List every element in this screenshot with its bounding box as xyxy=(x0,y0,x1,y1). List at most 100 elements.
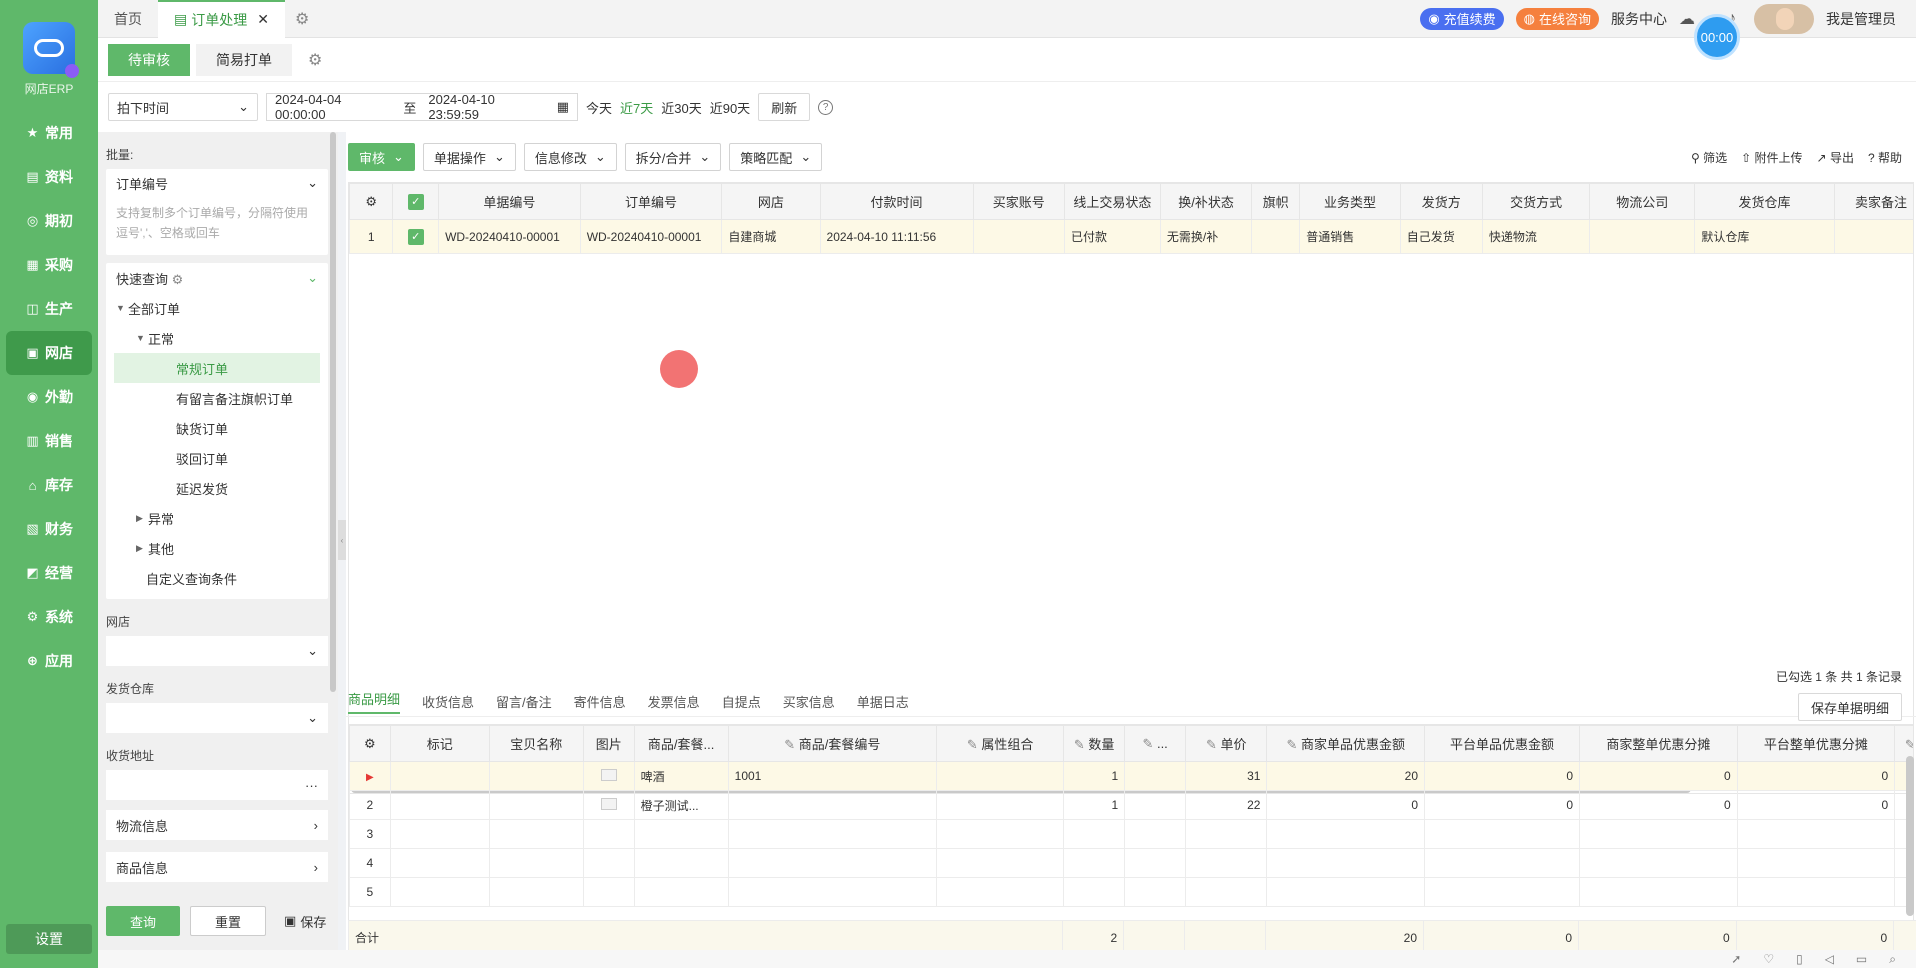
tab-order-processing[interactable]: ▤ 订单处理 ✕ xyxy=(158,0,285,38)
detail-tab-6[interactable]: 买家信息 xyxy=(783,692,835,711)
tree-abnormal[interactable]: ▶ 异常 xyxy=(106,503,328,533)
table-row[interactable]: 3 xyxy=(349,819,1913,849)
column-header[interactable]: ✎ ... xyxy=(1124,725,1187,762)
more-icon[interactable]: ··· xyxy=(305,778,318,793)
detail-tab-2[interactable]: 留言/备注 xyxy=(496,692,552,711)
batch-field-select[interactable]: 订单编号 ⌄ xyxy=(106,169,328,197)
cloud-download-icon[interactable]: ☁ xyxy=(1679,9,1695,29)
user-name[interactable]: 我是管理员 xyxy=(1826,9,1896,29)
column-header[interactable]: ✎ 数量 xyxy=(1063,725,1126,762)
column-header[interactable]: 平台单品优惠金额 xyxy=(1424,725,1581,762)
nav-item-1[interactable]: ▤ 资料 xyxy=(0,155,98,199)
column-header[interactable]: 宝贝名称 xyxy=(488,725,584,762)
vertical-scrollbar[interactable] xyxy=(1906,756,1914,916)
row-checkbox[interactable]: ✓ xyxy=(392,219,440,254)
tab-home[interactable]: 首页 xyxy=(98,0,158,38)
tree-shortage-orders[interactable]: 缺货订单 xyxy=(106,413,328,443)
detail-tab-1[interactable]: 收货信息 xyxy=(422,692,474,711)
column-header[interactable]: 商家整单优惠分摊 xyxy=(1579,725,1738,762)
query-button[interactable]: 查询 xyxy=(106,906,181,936)
close-icon[interactable]: ✕ xyxy=(257,11,269,28)
goods-section[interactable]: 商品信息 › xyxy=(106,852,328,882)
table-row[interactable]: 5 xyxy=(349,877,1913,907)
search-icon[interactable]: ⌕ xyxy=(1889,952,1896,967)
column-header[interactable]: 订单编号 xyxy=(579,183,723,220)
column-header[interactable]: ✎ 属性组合 xyxy=(936,725,1065,762)
nav-item-0[interactable]: ★ 常用 xyxy=(0,111,98,155)
column-header[interactable]: 付款时间 xyxy=(819,183,974,220)
strategy-dropdown[interactable]: 策略匹配 ⌄ xyxy=(729,143,823,171)
quick-90days[interactable]: 近90天 xyxy=(710,98,750,117)
column-settings-icon[interactable]: ⚙ xyxy=(349,183,394,220)
tree-all-orders[interactable]: ▼ 全部订单 xyxy=(106,293,328,323)
column-header[interactable]: 发货仓库 xyxy=(1694,183,1835,220)
column-header[interactable]: ✎ 商品/套餐编号 xyxy=(727,725,938,762)
gear-icon[interactable]: ⚙ xyxy=(298,50,332,70)
timer-badge[interactable]: 00:00 xyxy=(1694,14,1740,60)
tree-other[interactable]: ▶ 其他 xyxy=(106,533,328,563)
table-row[interactable]: 2 橙子测试... 1 22 0 0 0 0 xyxy=(349,790,1913,820)
warehouse-select[interactable]: ⌄ xyxy=(106,703,328,733)
table-row[interactable]: 1 ✓ WD-20240410-00001 WD-20240410-00001 自建商城… xyxy=(349,219,1913,254)
quick-30days[interactable]: 近30天 xyxy=(661,98,701,117)
settings-button[interactable]: 设置 xyxy=(6,924,92,954)
tree-remark-orders[interactable]: 有留言备注旗帜订单 xyxy=(106,383,328,413)
detail-tab-7[interactable]: 单据日志 xyxy=(857,692,909,711)
audit-button[interactable]: 审核 ⌄ xyxy=(348,143,415,171)
column-header[interactable]: 物流公司 xyxy=(1589,183,1696,220)
column-header[interactable]: 换/补状态 xyxy=(1159,183,1253,220)
shop-select[interactable]: ⌄ xyxy=(106,636,328,666)
address-input[interactable]: ··· xyxy=(106,770,328,800)
nav-item-3[interactable]: ▦ 采购 xyxy=(0,243,98,287)
nav-item-2[interactable]: ◎ 期初 xyxy=(0,199,98,243)
nav-item-7[interactable]: ▥ 销售 xyxy=(0,419,98,463)
date-range-picker[interactable]: 2024-04-04 00:00:00 至 2024-04-10 23:59:5… xyxy=(266,92,578,122)
tree-delayed-orders[interactable]: 延迟发货 xyxy=(106,473,328,503)
collapse-panel-handle[interactable]: ‹ xyxy=(338,520,346,560)
gear-icon[interactable]: ⚙ xyxy=(172,272,184,287)
column-header[interactable]: 卖家备注 xyxy=(1833,183,1913,220)
column-header[interactable]: 平台整单优惠分摊 xyxy=(1736,725,1896,762)
tree-regular-orders[interactable]: 常规订单 xyxy=(114,353,320,383)
nav-item-9[interactable]: ▧ 财务 xyxy=(0,507,98,551)
quick-7days[interactable]: 近7天 xyxy=(620,98,653,117)
nav-item-6[interactable]: ◉ 外勤 xyxy=(0,375,98,419)
save-query-button[interactable]: ▣ 保存 xyxy=(284,912,326,931)
column-header[interactable]: 图片 xyxy=(582,725,635,762)
column-header[interactable]: 线上交易状态 xyxy=(1063,183,1161,220)
sound-icon[interactable]: ◁ xyxy=(1825,952,1834,966)
select-all-checkbox[interactable]: ✓ xyxy=(392,183,440,220)
window-icon[interactable]: ▭ xyxy=(1856,952,1867,966)
table-row[interactable]: ▶ 啤酒 1001 1 31 20 0 0 0 xyxy=(349,761,1913,791)
gear-icon[interactable]: ⚙ xyxy=(285,9,319,29)
save-detail-button[interactable]: 保存单据明细 xyxy=(1797,693,1902,721)
info-modify-dropdown[interactable]: 信息修改 ⌄ xyxy=(523,143,617,171)
nav-item-4[interactable]: ◫ 生产 xyxy=(0,287,98,331)
column-header[interactable]: 发货方 xyxy=(1399,183,1483,220)
column-header[interactable]: 网店 xyxy=(721,183,821,220)
nav-item-10[interactable]: ◩ 经营 xyxy=(0,551,98,595)
avatar[interactable] xyxy=(1754,3,1814,34)
column-header[interactable]: 买家账号 xyxy=(972,183,1065,220)
consult-button[interactable]: ◍ 在线咨询 xyxy=(1515,7,1600,30)
nav-item-12[interactable]: ⊕ 应用 xyxy=(0,639,98,683)
rocket-icon[interactable]: ➚ xyxy=(1731,952,1741,966)
tab-simple-print[interactable]: 简易打单 xyxy=(196,43,292,76)
export-button[interactable]: ↗ 导出 xyxy=(1817,149,1854,166)
service-center-link[interactable]: 服务中心 xyxy=(1611,9,1667,29)
recharge-button[interactable]: ◉ 充值续费 xyxy=(1420,7,1504,30)
tree-rejected-orders[interactable]: 驳回订单 xyxy=(106,443,328,473)
column-header[interactable]: 旗帜 xyxy=(1251,183,1301,220)
detail-tab-4[interactable]: 发票信息 xyxy=(648,692,700,711)
time-type-select[interactable]: 拍下时间 ⌄ xyxy=(108,93,258,121)
column-settings-icon[interactable]: ⚙ xyxy=(349,725,391,762)
quick-today[interactable]: 今天 xyxy=(586,98,612,117)
nav-item-8[interactable]: ⌂ 库存 xyxy=(0,463,98,507)
nav-item-11[interactable]: ⚙ 系统 xyxy=(0,595,98,639)
single-op-dropdown[interactable]: 单据操作 ⌄ xyxy=(422,143,516,171)
nav-item-5[interactable]: ▣ 网店 xyxy=(6,331,92,375)
help-icon[interactable]: ? xyxy=(818,99,834,115)
tree-custom-query[interactable]: 自定义查询条件 xyxy=(106,563,328,593)
column-header[interactable]: 交货方式 xyxy=(1481,183,1591,220)
batch-input[interactable]: 支持复制多个订单编号，分隔符使用逗号','、空格或回车 xyxy=(106,197,328,255)
